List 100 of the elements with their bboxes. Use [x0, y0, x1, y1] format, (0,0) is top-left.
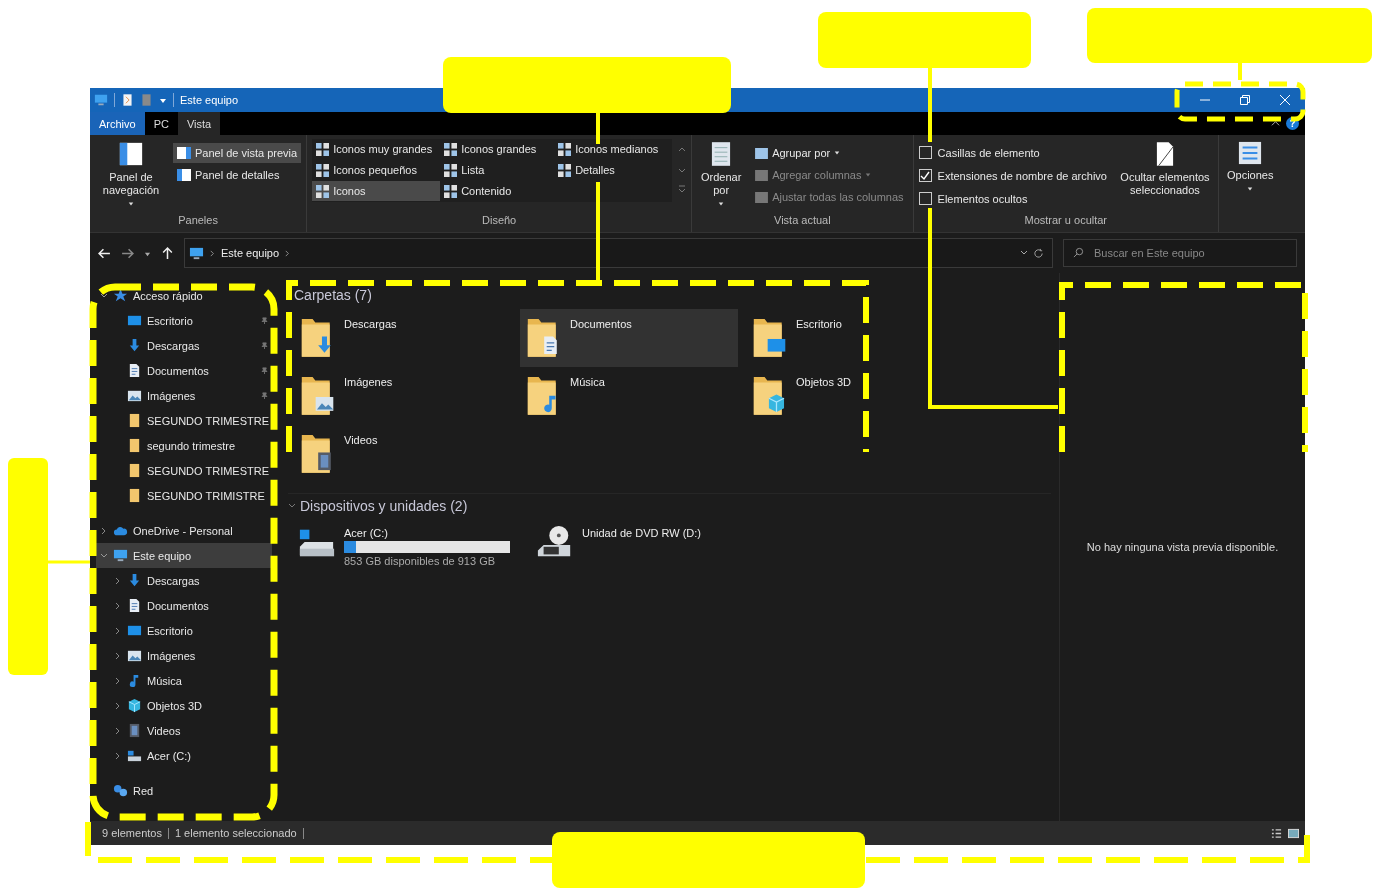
nav-item[interactable]: Música	[96, 668, 272, 693]
folder-tile[interactable]: Descargas	[294, 309, 512, 367]
ribbon-tab[interactable]: Vista	[177, 112, 221, 135]
up-arrow-icon[interactable]	[161, 246, 174, 260]
group-label: Vista actual	[774, 214, 831, 228]
folder-tile[interactable]: Videos	[294, 425, 512, 483]
nav-item[interactable]: Videos	[96, 718, 272, 743]
chevron-right-icon[interactable]	[209, 249, 216, 257]
folder-tile[interactable]: Música	[520, 367, 738, 425]
section-heading: Carpetas (7)	[294, 287, 373, 303]
folder-icon	[127, 438, 142, 453]
chevron-right-icon[interactable]	[114, 626, 122, 635]
layout-option[interactable]: Iconos	[312, 181, 441, 201]
nav-item[interactable]: Imágenes	[96, 643, 272, 668]
pane-toggle-button[interactable]: Panel de detalles	[173, 165, 302, 185]
nav-item[interactable]: Documentos	[96, 358, 272, 383]
layout-option[interactable]: Iconos medianos	[554, 139, 673, 159]
group-label: Mostrar u ocultar	[1024, 214, 1108, 228]
ribbon-tab[interactable]: Archivo	[90, 112, 145, 135]
nav-item[interactable]: SEGUNDO TRIMISTRE	[96, 483, 272, 508]
nav-item[interactable]: Red	[96, 778, 272, 803]
nav-item[interactable]: Objetos 3D	[96, 693, 272, 718]
chevron-down-icon[interactable]	[100, 291, 108, 300]
view-grid-icon	[444, 163, 458, 177]
nav-item[interactable]: Documentos	[96, 593, 272, 618]
chevron-right-icon[interactable]	[100, 526, 108, 535]
nav-item[interactable]: Escritorio	[96, 308, 272, 333]
preview-message: No hay ninguna vista previa disponible.	[1086, 541, 1279, 553]
status-text: 1 elemento seleccionado	[174, 827, 297, 839]
nav-item[interactable]: Imágenes	[96, 383, 272, 408]
details-view-icon[interactable]	[1271, 827, 1282, 839]
layout-option[interactable]: Iconos pequeños	[312, 160, 441, 180]
chevron-right-icon[interactable]	[114, 651, 122, 660]
hide-selected-button[interactable]: Ocultar elementos seleccionados	[1116, 139, 1213, 199]
caret-icon	[128, 201, 134, 207]
nav-item[interactable]: Descargas	[96, 333, 272, 358]
columns-icon	[755, 191, 769, 203]
check-icon	[920, 170, 931, 181]
nav-item[interactable]: Escritorio	[96, 618, 272, 643]
nav-item[interactable]: segundo trimestre	[96, 433, 272, 458]
chevron-right-icon[interactable]	[114, 701, 122, 710]
folder-tile[interactable]: Imágenes	[294, 367, 512, 425]
properties-icon[interactable]	[121, 93, 134, 107]
folder-tile[interactable]: Objetos 3D	[746, 367, 964, 425]
chevron-right-icon[interactable]	[114, 726, 122, 735]
layout-option[interactable]: Lista	[440, 160, 555, 180]
nav-label: Acceso rápido	[133, 289, 203, 302]
refresh-icon[interactable]	[1033, 247, 1044, 259]
folder-tile[interactable]: Documentos	[520, 309, 738, 367]
computer-icon	[113, 548, 128, 563]
folder-icon	[127, 413, 142, 428]
nav-item[interactable]: SEGUNDO TRIMESTRE	[96, 408, 272, 433]
checkbox[interactable]: Elementos ocultos	[918, 189, 1111, 208]
pane-toggle-button[interactable]: Panel de vista previa	[173, 143, 302, 163]
nav-label: Descargas	[147, 574, 200, 587]
pane-layout-icon	[177, 147, 191, 159]
checkbox[interactable]: Extensiones de nombre de archivo	[918, 166, 1111, 185]
nav-item[interactable]: OneDrive - Personal	[96, 518, 272, 543]
nav-item[interactable]: Este equipo	[96, 543, 272, 568]
layout-option[interactable]: Iconos muy grandes	[312, 139, 441, 159]
computer-icon	[94, 93, 108, 107]
sort-by-button[interactable]: Ordenar por	[697, 139, 746, 209]
navigation-pane-button[interactable]: Panel de navegación	[95, 139, 167, 209]
chevron-right-icon[interactable]	[114, 601, 122, 610]
chevron-down-icon[interactable]	[1020, 249, 1028, 257]
page-icon	[1155, 141, 1174, 167]
address-bar[interactable]: Este equipo	[184, 238, 1053, 268]
nav-item[interactable]: Descargas	[96, 568, 272, 593]
nav-label: Este equipo	[133, 549, 192, 562]
drive-tile[interactable]: Acer (C:) 853 GB disponibles de 913 GB	[294, 520, 518, 571]
nav-item[interactable]: SEGUNDO TRIMESTRE	[96, 458, 272, 483]
caret-icon[interactable]	[159, 96, 167, 104]
nav-label: Imágenes	[147, 649, 196, 662]
drive-tile[interactable]: Unidad de DVD RW (D:)	[532, 520, 756, 571]
view-grid-icon	[316, 163, 330, 177]
gallery-scroll-icon[interactable]	[678, 145, 687, 195]
view-grid-icon	[444, 142, 458, 156]
nav-item[interactable]: Acceso rápido	[96, 283, 272, 308]
chevron-right-icon[interactable]	[114, 676, 122, 685]
chevron-right-icon[interactable]	[114, 576, 122, 585]
layout-option[interactable]: Iconos grandes	[440, 139, 555, 159]
section-heading: Dispositivos y unidades (2)	[300, 498, 468, 514]
forward-arrow-icon[interactable]	[121, 246, 134, 260]
nav-item[interactable]: Acer (C:)	[96, 743, 272, 768]
screen-icon	[127, 623, 142, 638]
search-field[interactable]: Buscar en Este equipo	[1063, 239, 1297, 267]
layout-option[interactable]: Detalles	[554, 160, 673, 180]
folder-tile[interactable]: Escritorio	[746, 309, 964, 367]
collapse-ribbon-icon[interactable]	[1271, 119, 1280, 128]
pane-layout-icon	[177, 169, 191, 181]
checkbox[interactable]: Casillas de elemento	[918, 143, 1111, 162]
back-arrow-icon[interactable]	[98, 246, 111, 260]
chevron-right-icon[interactable]	[284, 249, 292, 257]
view-command-button[interactable]: Agrupar por	[751, 143, 908, 163]
options-button[interactable]: Opciones	[1223, 139, 1277, 194]
chevron-right-icon[interactable]	[114, 751, 122, 760]
nav-label: Escritorio	[147, 314, 193, 327]
large-icons-view-icon[interactable]	[1288, 827, 1299, 839]
layout-option[interactable]: Contenido	[440, 181, 555, 201]
view-grid-icon	[558, 142, 572, 156]
